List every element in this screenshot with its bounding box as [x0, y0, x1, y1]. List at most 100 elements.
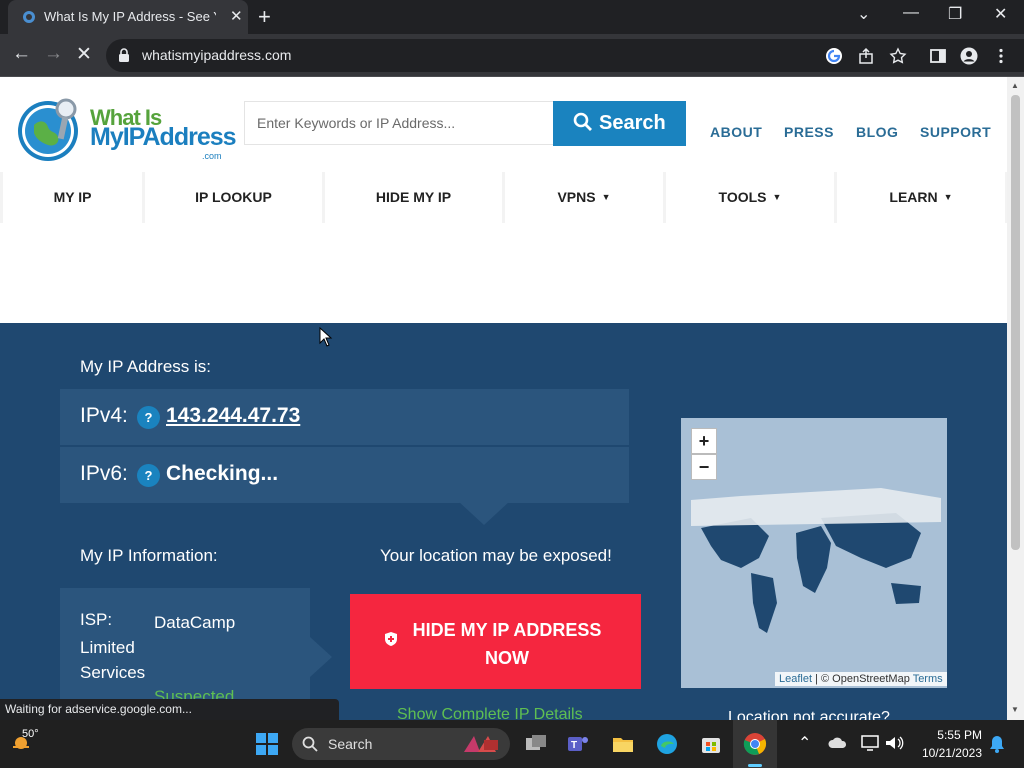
ip-heading: My IP Address is:	[80, 357, 212, 376]
windows-taskbar: 50° Search T ⌃ 5:55 PM 10/21/2023	[0, 720, 1024, 768]
edge-icon[interactable]	[655, 732, 679, 756]
tray-chevron-icon[interactable]: ⌃	[798, 733, 811, 753]
page-scrollbar[interactable]: ▲ ▼	[1007, 77, 1024, 720]
scroll-down-icon[interactable]: ▼	[1011, 705, 1019, 714]
site-logo[interactable]: What Is MyIPAddress .com	[16, 95, 237, 165]
web-page: What Is MyIPAddress .com Search ABOUT PR…	[0, 77, 1007, 720]
services-label: Services	[80, 663, 146, 682]
zoom-out-button[interactable]: −	[691, 454, 717, 480]
search-icon	[302, 736, 318, 752]
support-link[interactable]: SUPPORT	[920, 124, 991, 140]
task-view-icon[interactable]	[524, 732, 548, 756]
exposed-warning: Your location may be exposed!	[380, 546, 612, 565]
chrome-menu-icon[interactable]	[992, 47, 1010, 65]
search-icon	[573, 112, 592, 131]
status-bubble: Waiting for adservice.google.com...	[0, 699, 339, 720]
volume-icon[interactable]	[884, 734, 904, 752]
keyword-search-input[interactable]	[244, 101, 554, 145]
nav-hide-my-ip[interactable]: HIDE MY IP	[325, 172, 502, 223]
tab-title: What Is My IP Address - See Your...	[44, 9, 216, 24]
browser-toolbar: ← → ✕ whatismyipaddress.com	[0, 34, 1024, 77]
help-icon[interactable]: ?	[137, 406, 160, 429]
new-tab-icon[interactable]: +	[258, 4, 271, 30]
zoom-in-button[interactable]: +	[691, 428, 717, 454]
url-text: whatismyipaddress.com	[142, 47, 292, 63]
site-favicon-icon	[23, 11, 35, 23]
address-bar[interactable]: whatismyipaddress.com	[106, 39, 1024, 72]
world-map	[681, 418, 947, 688]
tab-close-icon[interactable]: ✕	[230, 7, 243, 25]
chrome-icon	[743, 733, 767, 755]
back-icon[interactable]: ←	[12, 43, 31, 65]
scrollbar-thumb[interactable]	[1011, 95, 1020, 550]
side-panel-icon[interactable]	[929, 47, 947, 65]
nav-vpns[interactable]: VPNS ▼	[505, 172, 663, 223]
maximize-icon[interactable]: ❐	[948, 4, 962, 24]
leaflet-link[interactable]: Leaflet	[779, 673, 812, 685]
forward-icon[interactable]: →	[44, 43, 63, 65]
blog-link[interactable]: BLOG	[856, 124, 898, 140]
chrome-taskbar-active[interactable]	[733, 720, 777, 768]
profile-icon[interactable]	[960, 47, 978, 65]
hide-my-ip-label: HIDE MY IP ADDRESS NOW	[412, 620, 602, 668]
search-button[interactable]: Search	[553, 101, 686, 146]
nav-learn[interactable]: LEARN ▼	[837, 172, 1005, 223]
press-link[interactable]: PRESS	[784, 124, 834, 140]
map-attribution: Leaflet | © OpenStreetMap Terms	[775, 672, 947, 686]
stop-loading-icon[interactable]: ✕	[76, 43, 92, 66]
minimize-icon[interactable]: —	[903, 4, 919, 22]
callout-pointer	[458, 501, 510, 525]
weather-temp: 50°	[22, 728, 39, 740]
location-map[interactable]: + − Leaflet | © OpenStreetMap Terms	[681, 418, 947, 688]
window-close-icon[interactable]: ✕	[994, 4, 1007, 24]
taskbar-search-label: Search	[328, 736, 373, 752]
globe-magnifier-icon	[18, 98, 78, 161]
tab-search-chevron-icon[interactable]: ⌄	[857, 4, 870, 24]
google-lens-icon[interactable]	[825, 47, 843, 65]
active-indicator	[748, 764, 762, 767]
ipv6-value: Checking...	[166, 462, 279, 485]
about-link[interactable]: ABOUT	[710, 124, 762, 140]
nav-tools[interactable]: TOOLS ▼	[666, 172, 834, 223]
search-highlight-icon	[464, 736, 498, 752]
teams-icon[interactable]: T	[566, 732, 590, 756]
notification-bell-icon[interactable]	[988, 734, 1006, 754]
lock-icon	[119, 48, 129, 62]
taskbar-search[interactable]: Search	[292, 728, 510, 760]
location-question[interactable]: Location not accurate?	[728, 709, 890, 720]
windows-start-icon[interactable]	[255, 732, 279, 756]
ipv4-row: IPv4: ? 143.244.47.73	[60, 389, 629, 445]
nav-ip-lookup[interactable]: IP LOOKUP	[145, 172, 322, 223]
help-icon[interactable]: ?	[137, 464, 160, 487]
ipv6-row: IPv6: ? Checking...	[60, 447, 629, 503]
logo-line-3: .com	[202, 151, 222, 161]
ipv4-value[interactable]: 143.244.47.73	[166, 404, 300, 428]
ipv6-label: IPv6:	[80, 462, 128, 485]
bookmark-star-icon[interactable]	[889, 47, 907, 65]
svg-text:T: T	[571, 740, 577, 751]
show-details-link[interactable]: Show Complete IP Details	[397, 706, 583, 720]
onedrive-icon[interactable]	[828, 735, 848, 751]
info-box-arrow	[310, 637, 332, 677]
shield-icon	[385, 632, 397, 646]
store-icon[interactable]	[699, 732, 723, 756]
clock-date[interactable]: 10/21/2023	[902, 746, 982, 760]
caret-down-icon: ▼	[601, 192, 611, 202]
scroll-up-icon[interactable]: ▲	[1011, 81, 1019, 90]
share-icon[interactable]	[857, 47, 875, 65]
ipv4-label: IPv4:	[80, 404, 128, 427]
main-nav: MY IP IP LOOKUP HIDE MY IP VPNS ▼ TOOLS ▼ …	[0, 172, 1007, 223]
hide-my-ip-button[interactable]: HIDE MY IP ADDRESS NOW	[350, 594, 641, 689]
caret-down-icon: ▼	[943, 192, 953, 202]
nav-my-ip[interactable]: MY IP	[3, 172, 142, 223]
clock-time[interactable]: 5:55 PM	[902, 728, 982, 742]
info-heading: My IP Information:	[80, 546, 218, 565]
osm-attribution: | © OpenStreetMap	[815, 673, 910, 685]
file-explorer-icon[interactable]	[611, 732, 635, 756]
browser-tab[interactable]: What Is My IP Address - See Your... ✕	[8, 0, 248, 34]
logo-line-2: MyIPAddress	[90, 123, 237, 151]
display-icon[interactable]	[860, 734, 880, 752]
caret-down-icon: ▼	[772, 192, 782, 202]
terms-link[interactable]: Terms	[913, 673, 943, 685]
search-button-label: Search	[599, 112, 666, 134]
